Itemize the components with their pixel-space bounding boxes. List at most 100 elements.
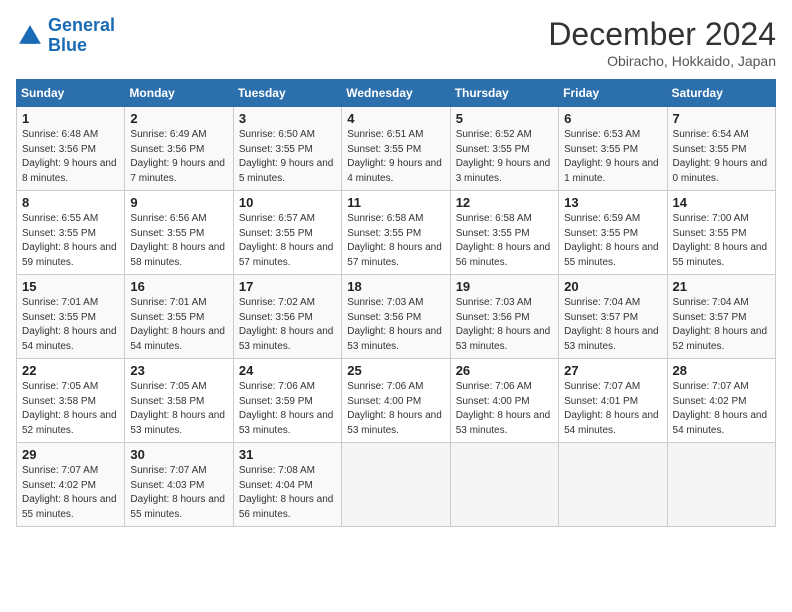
day-number: 30: [130, 447, 227, 462]
calendar-week-5: 29 Sunrise: 7:07 AM Sunset: 4:02 PM Dayl…: [17, 443, 776, 527]
day-number: 23: [130, 363, 227, 378]
day-detail: Sunrise: 6:58 AM Sunset: 3:55 PM Dayligh…: [347, 212, 444, 270]
day-number: 10: [239, 195, 336, 210]
day-detail: Sunrise: 7:07 AM Sunset: 4:02 PM Dayligh…: [22, 464, 119, 522]
weekday-header-row: SundayMondayTuesdayWednesdayThursdayFrid…: [17, 80, 776, 107]
day-number: 11: [347, 195, 444, 210]
day-detail: Sunrise: 7:07 AM Sunset: 4:03 PM Dayligh…: [130, 464, 227, 522]
day-number: 14: [673, 195, 770, 210]
calendar-cell: 22 Sunrise: 7:05 AM Sunset: 3:58 PM Dayl…: [17, 359, 125, 443]
calendar-cell: 27 Sunrise: 7:07 AM Sunset: 4:01 PM Dayl…: [559, 359, 667, 443]
day-number: 2: [130, 111, 227, 126]
weekday-header-saturday: Saturday: [667, 80, 775, 107]
weekday-header-thursday: Thursday: [450, 80, 558, 107]
weekday-header-tuesday: Tuesday: [233, 80, 341, 107]
day-number: 16: [130, 279, 227, 294]
calendar-cell: [450, 443, 558, 527]
calendar-cell: 29 Sunrise: 7:07 AM Sunset: 4:02 PM Dayl…: [17, 443, 125, 527]
calendar-cell: 14 Sunrise: 7:00 AM Sunset: 3:55 PM Dayl…: [667, 191, 775, 275]
day-number: 17: [239, 279, 336, 294]
day-number: 1: [22, 111, 119, 126]
calendar-week-4: 22 Sunrise: 7:05 AM Sunset: 3:58 PM Dayl…: [17, 359, 776, 443]
calendar-cell: 6 Sunrise: 6:53 AM Sunset: 3:55 PM Dayli…: [559, 107, 667, 191]
day-number: 3: [239, 111, 336, 126]
day-detail: Sunrise: 6:54 AM Sunset: 3:55 PM Dayligh…: [673, 128, 770, 186]
day-detail: Sunrise: 6:59 AM Sunset: 3:55 PM Dayligh…: [564, 212, 661, 270]
calendar-cell: 9 Sunrise: 6:56 AM Sunset: 3:55 PM Dayli…: [125, 191, 233, 275]
calendar-cell: 3 Sunrise: 6:50 AM Sunset: 3:55 PM Dayli…: [233, 107, 341, 191]
day-detail: Sunrise: 7:01 AM Sunset: 3:55 PM Dayligh…: [22, 296, 119, 354]
day-detail: Sunrise: 7:08 AM Sunset: 4:04 PM Dayligh…: [239, 464, 336, 522]
month-title: December 2024: [548, 16, 776, 53]
calendar-body: 1 Sunrise: 6:48 AM Sunset: 3:56 PM Dayli…: [17, 107, 776, 527]
day-detail: Sunrise: 6:58 AM Sunset: 3:55 PM Dayligh…: [456, 212, 553, 270]
calendar-cell: 1 Sunrise: 6:48 AM Sunset: 3:56 PM Dayli…: [17, 107, 125, 191]
day-detail: Sunrise: 7:03 AM Sunset: 3:56 PM Dayligh…: [347, 296, 444, 354]
day-detail: Sunrise: 6:50 AM Sunset: 3:55 PM Dayligh…: [239, 128, 336, 186]
calendar-cell: 4 Sunrise: 6:51 AM Sunset: 3:55 PM Dayli…: [342, 107, 450, 191]
day-detail: Sunrise: 6:57 AM Sunset: 3:55 PM Dayligh…: [239, 212, 336, 270]
calendar-cell: 23 Sunrise: 7:05 AM Sunset: 3:58 PM Dayl…: [125, 359, 233, 443]
day-number: 19: [456, 279, 553, 294]
day-detail: Sunrise: 6:51 AM Sunset: 3:55 PM Dayligh…: [347, 128, 444, 186]
day-number: 13: [564, 195, 661, 210]
day-detail: Sunrise: 7:04 AM Sunset: 3:57 PM Dayligh…: [564, 296, 661, 354]
location-subtitle: Obiracho, Hokkaido, Japan: [548, 53, 776, 69]
day-number: 22: [22, 363, 119, 378]
calendar-cell: 26 Sunrise: 7:06 AM Sunset: 4:00 PM Dayl…: [450, 359, 558, 443]
day-number: 8: [22, 195, 119, 210]
day-detail: Sunrise: 6:53 AM Sunset: 3:55 PM Dayligh…: [564, 128, 661, 186]
day-detail: Sunrise: 7:05 AM Sunset: 3:58 PM Dayligh…: [130, 380, 227, 438]
day-number: 24: [239, 363, 336, 378]
day-detail: Sunrise: 6:48 AM Sunset: 3:56 PM Dayligh…: [22, 128, 119, 186]
day-detail: Sunrise: 7:03 AM Sunset: 3:56 PM Dayligh…: [456, 296, 553, 354]
day-number: 7: [673, 111, 770, 126]
day-number: 26: [456, 363, 553, 378]
day-number: 18: [347, 279, 444, 294]
calendar-cell: [559, 443, 667, 527]
title-block: December 2024 Obiracho, Hokkaido, Japan: [548, 16, 776, 69]
day-number: 6: [564, 111, 661, 126]
logo-icon: [16, 22, 44, 50]
calendar-cell: 18 Sunrise: 7:03 AM Sunset: 3:56 PM Dayl…: [342, 275, 450, 359]
day-number: 5: [456, 111, 553, 126]
day-number: 9: [130, 195, 227, 210]
day-detail: Sunrise: 7:06 AM Sunset: 4:00 PM Dayligh…: [347, 380, 444, 438]
day-detail: Sunrise: 6:49 AM Sunset: 3:56 PM Dayligh…: [130, 128, 227, 186]
day-detail: Sunrise: 7:06 AM Sunset: 3:59 PM Dayligh…: [239, 380, 336, 438]
day-detail: Sunrise: 7:02 AM Sunset: 3:56 PM Dayligh…: [239, 296, 336, 354]
day-number: 12: [456, 195, 553, 210]
calendar-week-1: 1 Sunrise: 6:48 AM Sunset: 3:56 PM Dayli…: [17, 107, 776, 191]
calendar-cell: 19 Sunrise: 7:03 AM Sunset: 3:56 PM Dayl…: [450, 275, 558, 359]
weekday-header-sunday: Sunday: [17, 80, 125, 107]
weekday-header-wednesday: Wednesday: [342, 80, 450, 107]
calendar-cell: 16 Sunrise: 7:01 AM Sunset: 3:55 PM Dayl…: [125, 275, 233, 359]
weekday-header-monday: Monday: [125, 80, 233, 107]
calendar-cell: 25 Sunrise: 7:06 AM Sunset: 4:00 PM Dayl…: [342, 359, 450, 443]
day-detail: Sunrise: 7:07 AM Sunset: 4:02 PM Dayligh…: [673, 380, 770, 438]
logo: General Blue: [16, 16, 115, 56]
day-number: 25: [347, 363, 444, 378]
calendar-cell: 31 Sunrise: 7:08 AM Sunset: 4:04 PM Dayl…: [233, 443, 341, 527]
calendar-cell: 11 Sunrise: 6:58 AM Sunset: 3:55 PM Dayl…: [342, 191, 450, 275]
day-detail: Sunrise: 6:56 AM Sunset: 3:55 PM Dayligh…: [130, 212, 227, 270]
day-number: 27: [564, 363, 661, 378]
calendar-cell: 12 Sunrise: 6:58 AM Sunset: 3:55 PM Dayl…: [450, 191, 558, 275]
calendar-cell: 28 Sunrise: 7:07 AM Sunset: 4:02 PM Dayl…: [667, 359, 775, 443]
calendar-week-3: 15 Sunrise: 7:01 AM Sunset: 3:55 PM Dayl…: [17, 275, 776, 359]
logo-text: General Blue: [48, 16, 115, 56]
calendar-cell: 5 Sunrise: 6:52 AM Sunset: 3:55 PM Dayli…: [450, 107, 558, 191]
page-header: General Blue December 2024 Obiracho, Hok…: [16, 16, 776, 69]
day-number: 21: [673, 279, 770, 294]
calendar-cell: 15 Sunrise: 7:01 AM Sunset: 3:55 PM Dayl…: [17, 275, 125, 359]
day-number: 20: [564, 279, 661, 294]
calendar-table: SundayMondayTuesdayWednesdayThursdayFrid…: [16, 79, 776, 527]
calendar-cell: 8 Sunrise: 6:55 AM Sunset: 3:55 PM Dayli…: [17, 191, 125, 275]
weekday-header-friday: Friday: [559, 80, 667, 107]
day-detail: Sunrise: 7:07 AM Sunset: 4:01 PM Dayligh…: [564, 380, 661, 438]
day-detail: Sunrise: 7:01 AM Sunset: 3:55 PM Dayligh…: [130, 296, 227, 354]
day-detail: Sunrise: 7:00 AM Sunset: 3:55 PM Dayligh…: [673, 212, 770, 270]
calendar-cell: 30 Sunrise: 7:07 AM Sunset: 4:03 PM Dayl…: [125, 443, 233, 527]
calendar-cell: 21 Sunrise: 7:04 AM Sunset: 3:57 PM Dayl…: [667, 275, 775, 359]
calendar-cell: 13 Sunrise: 6:59 AM Sunset: 3:55 PM Dayl…: [559, 191, 667, 275]
